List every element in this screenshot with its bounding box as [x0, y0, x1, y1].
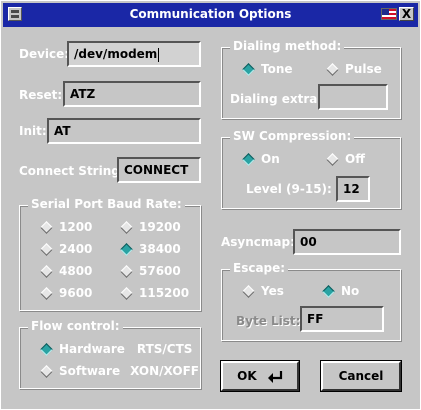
connect-string-label: Connect String: [19, 164, 125, 178]
byte-list-input[interactable]: FF [300, 306, 384, 332]
radio-label: 2400 [59, 242, 93, 256]
baud-2400-radio[interactable]: 2400 [40, 242, 92, 256]
escape-title: Escape: [230, 261, 289, 275]
ok-button[interactable]: OK [221, 361, 299, 391]
flow-control-title: Flow control: [28, 319, 123, 333]
flow-hardware-radio[interactable]: Hardware RTS/CTS [40, 342, 192, 356]
radio-label: 115200 [139, 286, 190, 300]
baud-57600-radio[interactable]: 57600 [120, 264, 181, 278]
dialing-pulse-radio[interactable]: Pulse [326, 62, 382, 76]
us-flag-icon[interactable] [381, 8, 397, 20]
compression-off-radio[interactable]: Off [326, 152, 365, 166]
radio-label: On [261, 152, 280, 166]
dialing-extras-label: Dialing extras: [230, 92, 330, 106]
device-value: /dev/modem [74, 47, 158, 61]
escape-group: Escape: Yes No Byte List: FF [221, 261, 401, 341]
radio-indicator [120, 286, 133, 300]
radio-indicator [40, 220, 53, 234]
flow-control-group: Flow control: Hardware RTS/CTS Software XO… [19, 319, 201, 389]
radio-label: Pulse [345, 62, 382, 76]
radio-indicator [242, 284, 255, 298]
flow-software-radio[interactable]: Software XON/XOFF [40, 364, 199, 378]
sw-compression-group: SW Compression: On Off Level (9-15): 12 [221, 129, 401, 209]
ok-label: OK [237, 369, 257, 383]
baud-38400-radio[interactable]: 38400 [120, 242, 181, 256]
radio-indicator-selected [322, 284, 335, 298]
enter-arrow-icon [267, 370, 282, 383]
radio-indicator-selected [242, 152, 255, 166]
radio-indicator-selected [40, 342, 53, 356]
radio-label: Hardware [59, 342, 125, 356]
radio-detail: RTS/CTS [136, 342, 193, 356]
radio-indicator-selected [242, 62, 255, 76]
asyncmap-input[interactable]: 00 [293, 229, 401, 255]
radio-label: 38400 [139, 242, 181, 256]
radio-label: Off [345, 152, 365, 166]
connect-string-input[interactable]: CONNECT [117, 157, 201, 183]
device-input[interactable]: /dev/modem [67, 41, 201, 67]
text-caret [158, 47, 160, 62]
radio-indicator-selected [120, 242, 133, 256]
sw-compression-title: SW Compression: [230, 129, 355, 143]
radio-label: 9600 [59, 286, 93, 300]
radio-indicator [40, 286, 53, 300]
escape-no-radio[interactable]: No [322, 284, 359, 298]
cancel-button[interactable]: Cancel [321, 361, 401, 391]
radio-indicator [120, 264, 133, 278]
device-label: Device: [19, 47, 70, 61]
window-title: Communication Options [129, 7, 292, 21]
communication-options-window: Communication Options X Device: /dev/mod… [0, 0, 421, 410]
baud-4800-radio[interactable]: 4800 [40, 264, 92, 278]
radio-label: No [341, 284, 360, 298]
dialing-method-group: Dialing method: Tone Pulse Dialing extra… [221, 39, 401, 119]
radio-label: 1200 [59, 220, 93, 234]
baud-1200-radio[interactable]: 1200 [40, 220, 92, 234]
close-button[interactable]: X [399, 7, 414, 21]
radio-indicator [326, 152, 339, 166]
radio-label: 19200 [139, 220, 181, 234]
radio-indicator [40, 242, 53, 256]
baud-19200-radio[interactable]: 19200 [120, 220, 181, 234]
compression-level-input[interactable]: 12 [336, 176, 370, 202]
escape-yes-radio[interactable]: Yes [242, 284, 284, 298]
dialing-extras-input[interactable] [318, 84, 388, 110]
baud-115200-radio[interactable]: 115200 [120, 286, 189, 300]
radio-label: 57600 [139, 264, 181, 278]
baud-9600-radio[interactable]: 9600 [40, 286, 92, 300]
compression-level-label: Level (9-15): [246, 182, 332, 196]
radio-indicator [326, 62, 339, 76]
title-bar: Communication Options X [3, 3, 418, 27]
radio-label: 4800 [59, 264, 93, 278]
radio-indicator [40, 364, 53, 378]
baud-rate-group: Serial Port Baud Rate: 1200 19200 2400 3… [19, 197, 201, 311]
init-label: Init: [19, 124, 47, 138]
radio-detail: XON/XOFF [130, 364, 199, 378]
compression-on-radio[interactable]: On [242, 152, 280, 166]
dialing-method-title: Dialing method: [230, 39, 345, 53]
byte-list-label: Byte List: [236, 314, 301, 328]
radio-label: Yes [261, 284, 284, 298]
radio-indicator [40, 264, 53, 278]
baud-rate-title: Serial Port Baud Rate: [28, 197, 185, 211]
radio-label: Software [59, 364, 121, 378]
radio-label: Tone [261, 62, 293, 76]
reset-label: Reset: [19, 88, 63, 102]
dialing-tone-radio[interactable]: Tone [242, 62, 293, 76]
init-input[interactable]: AT [47, 118, 201, 144]
reset-input[interactable]: ATZ [63, 81, 201, 107]
asyncmap-label: Asyncmap: [221, 235, 295, 249]
radio-indicator [120, 220, 133, 234]
